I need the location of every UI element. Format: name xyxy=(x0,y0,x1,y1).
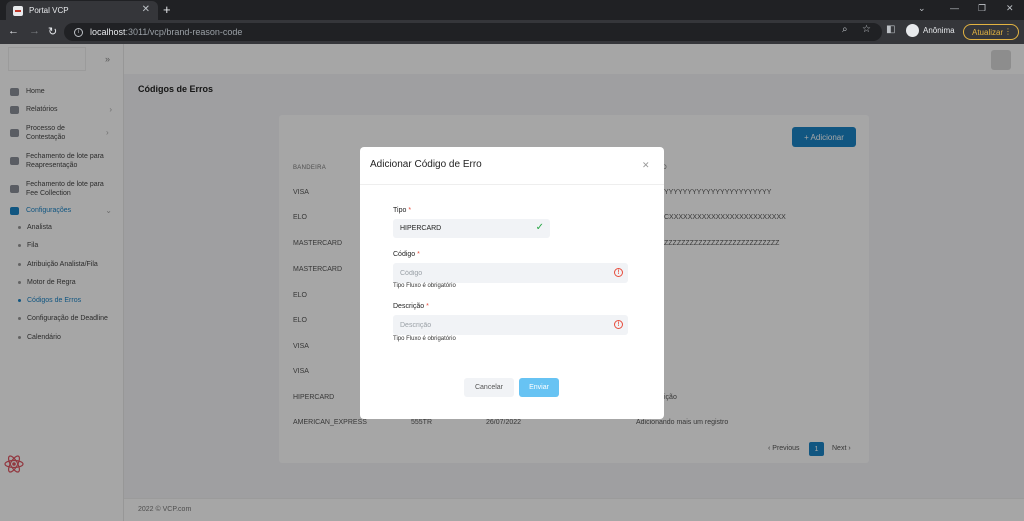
descricao-help-text: Tipo Fluxo é obrigatório xyxy=(393,336,456,342)
codigo-help-text: Tipo Fluxo é obrigatório xyxy=(393,283,456,289)
favicon-icon xyxy=(13,5,23,16)
modal-backdrop-side xyxy=(0,44,124,521)
more-menu-icon: ⋮ xyxy=(1004,27,1012,36)
check-icon: ✓ xyxy=(535,222,544,233)
tipo-label-text: Tipo xyxy=(393,207,407,214)
browser-tab[interactable]: Portal VCP ✕ xyxy=(6,1,158,20)
incognito-profile[interactable]: Anônima xyxy=(906,24,955,37)
codigo-label-text: Código xyxy=(393,251,416,258)
tab-search-icon[interactable]: ⌄ xyxy=(918,3,926,14)
required-mark: * xyxy=(408,207,412,214)
close-tab-icon[interactable]: ✕ xyxy=(142,4,150,15)
back-icon[interactable]: ← xyxy=(8,25,19,37)
close-window-icon[interactable]: ✕ xyxy=(1006,3,1014,14)
tipo-select[interactable]: HIPERCARD ✓ xyxy=(393,219,550,238)
descricao-label-text: Descrição xyxy=(393,303,425,310)
close-icon[interactable]: ✕ xyxy=(642,160,650,171)
descricao-label: Descrição * xyxy=(393,303,429,310)
url-host: localhost xyxy=(90,27,126,37)
cancel-button[interactable]: Cancelar xyxy=(464,378,514,397)
update-label: Atualizar xyxy=(972,27,1004,37)
minimize-icon[interactable]: — xyxy=(950,3,959,13)
update-browser-button[interactable]: Atualizar ⋮ xyxy=(963,24,1019,40)
reload-icon[interactable]: ↻ xyxy=(48,25,57,38)
url-path: :3011/vcp/brand-reason-code xyxy=(125,27,243,37)
codigo-label: Código * xyxy=(393,251,420,258)
profile-label: Anônima xyxy=(923,26,955,35)
forward-icon[interactable]: → xyxy=(29,25,40,37)
tipo-label: Tipo * xyxy=(393,207,411,214)
tab-title: Portal VCP xyxy=(29,6,69,15)
browser-tab-strip: Portal VCP ✕ + ⌄ — ❐ ✕ xyxy=(0,0,1024,20)
zoom-search-icon[interactable]: ⌕ xyxy=(842,24,848,35)
modal-divider xyxy=(360,184,664,185)
incognito-icon xyxy=(906,24,919,37)
side-panel-icon[interactable]: ◧ xyxy=(886,24,895,35)
modal-title: Adicionar Código de Erro xyxy=(370,159,482,170)
error-icon: ! xyxy=(614,268,623,277)
send-button[interactable]: Enviar xyxy=(519,378,559,397)
tipo-value: HIPERCARD xyxy=(400,225,442,232)
bookmark-star-icon[interactable]: ☆ xyxy=(862,24,871,35)
new-tab-icon[interactable]: + xyxy=(163,2,171,17)
required-mark: * xyxy=(426,303,429,310)
descricao-input[interactable] xyxy=(393,315,628,335)
site-info-icon[interactable]: i xyxy=(74,27,83,37)
browser-toolbar: ← → ↻ i localhost:3011/vcp/brand-reason-… xyxy=(0,20,1024,44)
error-icon: ! xyxy=(614,320,623,329)
required-mark: * xyxy=(417,251,420,258)
codigo-input[interactable] xyxy=(393,263,628,283)
address-bar[interactable]: i localhost:3011/vcp/brand-reason-code xyxy=(64,23,882,41)
restore-icon[interactable]: ❐ xyxy=(978,3,986,14)
